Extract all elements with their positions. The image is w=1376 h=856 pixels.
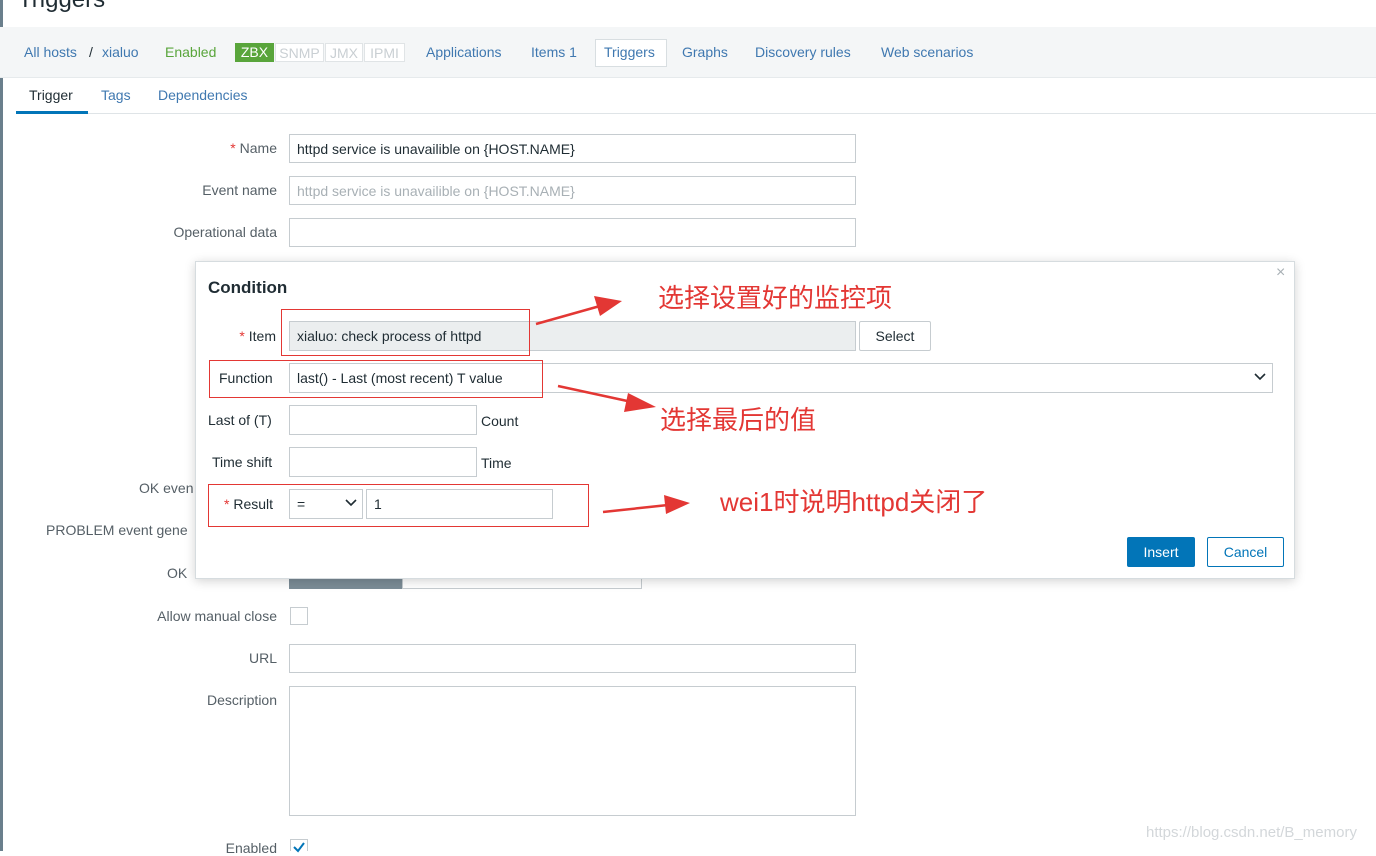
arrow-result (602, 503, 669, 514)
annotation-function-note: 选择最后的值 (660, 405, 817, 435)
arrow-function (557, 384, 633, 404)
annotation-result-note: wei1时说明httpd关闭了 (720, 487, 988, 517)
watermark: https://blog.csdn.net/B_memory (1146, 824, 1357, 841)
annotation-item-note: 选择设置好的监控项 (658, 283, 893, 313)
arrow-item (535, 304, 601, 326)
